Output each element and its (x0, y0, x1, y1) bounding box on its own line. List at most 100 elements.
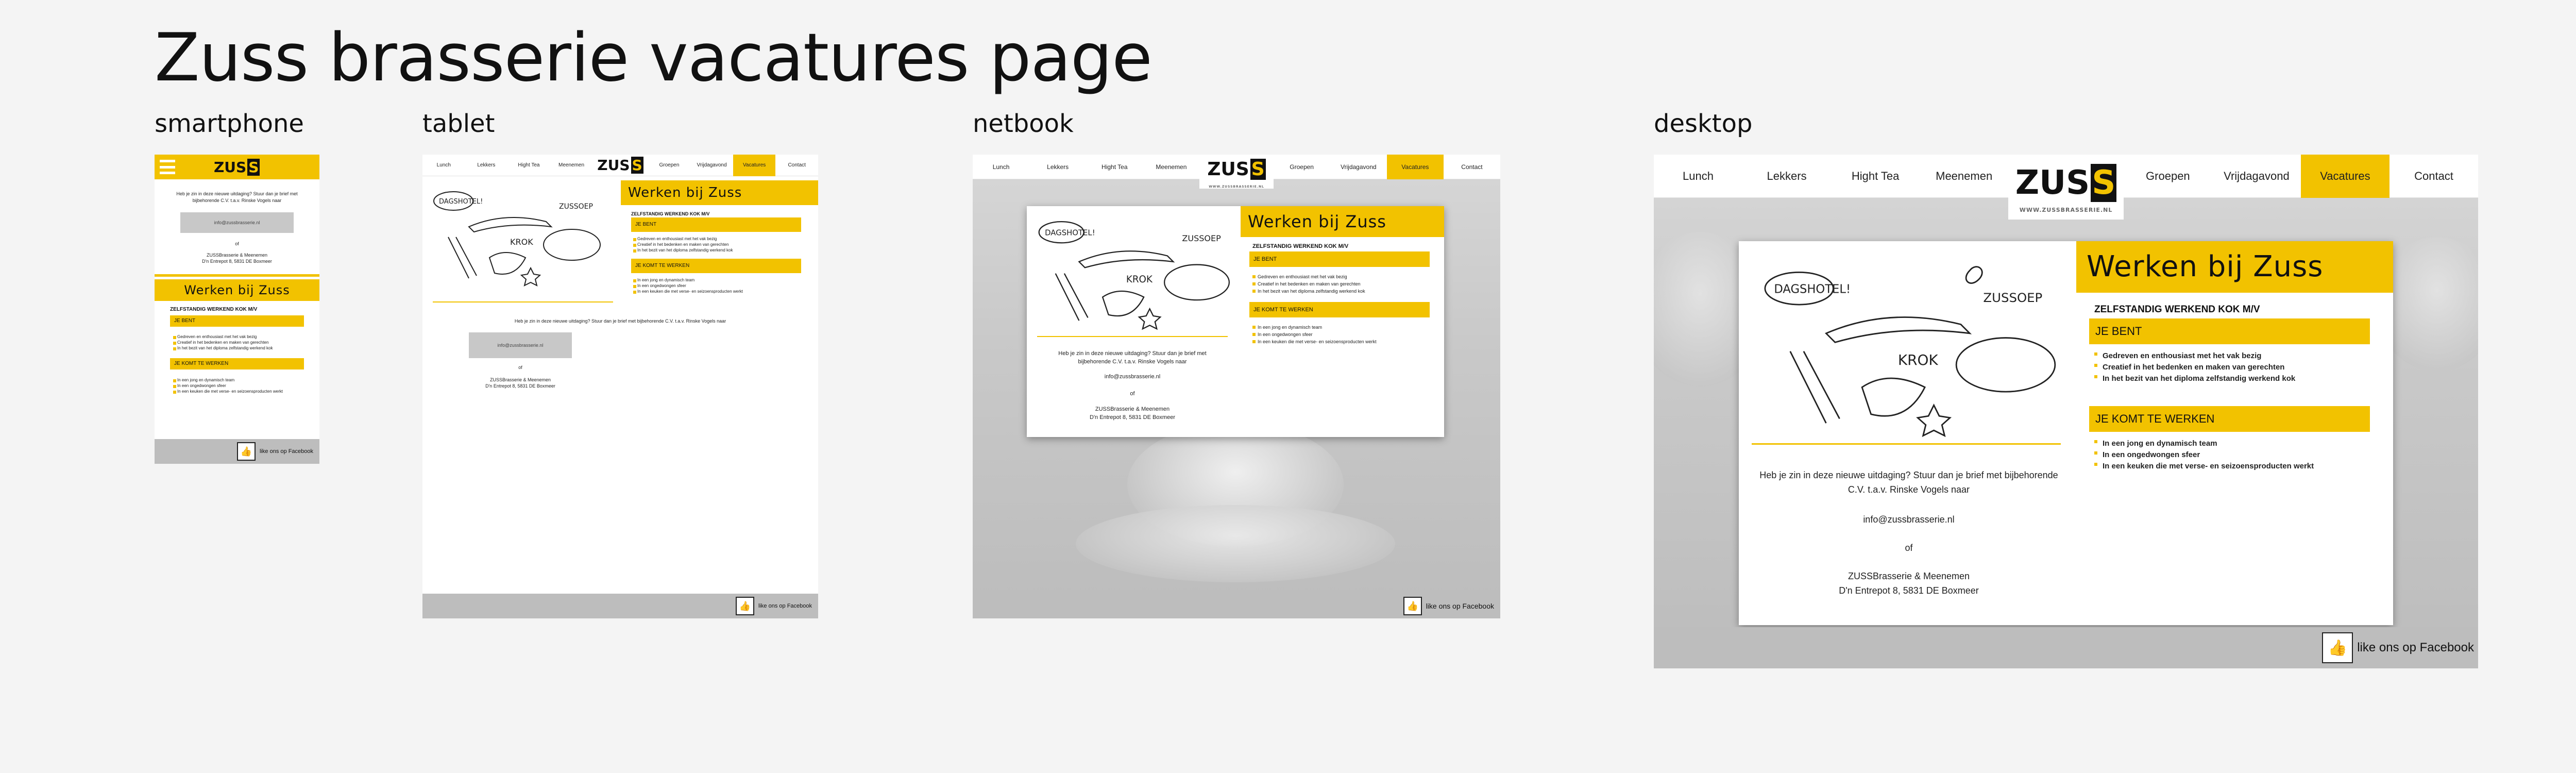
facebook-like-link[interactable]: like ons op Facebook (2357, 641, 2474, 655)
netbook-werken-title: Werken bij Zuss (1241, 206, 1444, 237)
mobile-footer: 👍 like ons op Facebook (155, 439, 319, 464)
list-item: Creatief in het bedenken en maken van ge… (1252, 280, 1365, 288)
tablet-company: ZUSSBrasserie & Meenemen (489, 377, 551, 382)
tablet-email-button[interactable]: info@zussbrasserie.nl (469, 332, 572, 358)
nav-item-contact[interactable]: Contact (775, 162, 818, 168)
desktop-logo[interactable]: ZUS S WWW.ZUSSBRASSERIE.NL (2008, 155, 2124, 220)
nav-item-contact[interactable]: Contact (1444, 163, 1500, 171)
desktop-address: D'n Entrepot 8, 5831 DE Boxmeer (1839, 585, 1979, 596)
mobile-email-button[interactable]: info@zussbrasserie.nl (180, 212, 294, 233)
nav-item-lekkers[interactable]: Lekkers (1742, 170, 1831, 183)
desktop-nav: Lunch Lekkers Hight Tea Meenemen ZUS S WW… (1654, 155, 2478, 220)
nav-item-groepen[interactable]: Groepen (648, 162, 691, 168)
netbook-nav: Lunch Lekkers Hight Tea Meenemen ZUS S WW… (973, 155, 1500, 189)
hamburger-menu-icon[interactable] (160, 160, 175, 174)
mobile-logo[interactable]: ZUS S (214, 158, 260, 176)
facebook-like-icon[interactable]: 👍 (237, 442, 256, 461)
facebook-like-icon[interactable]: 👍 (736, 597, 755, 615)
nav-item-lekkers[interactable]: Lekkers (465, 162, 508, 168)
tablet-logo[interactable]: ZUS S (592, 155, 648, 176)
mobile-header: ZUS S (155, 155, 319, 179)
doodle-dagschotel: DAGSHOTEL! (1774, 282, 1851, 296)
label-netbook: netbook (973, 109, 1074, 138)
netbook-email-link[interactable]: info@zussbrasserie.nl (1027, 374, 1238, 380)
nav-item-vacatures[interactable]: Vacatures (733, 155, 776, 176)
nav-item-groepen[interactable]: Groepen (2124, 170, 2212, 183)
desktop-email-link[interactable]: info@zussbrasserie.nl (1739, 514, 2079, 525)
list-item: In het bezit van het diploma zelfstandig… (1252, 288, 1365, 295)
nav-item-hight-tea[interactable]: Hight Tea (507, 162, 550, 168)
nav-item-lekkers[interactable]: Lekkers (1029, 163, 1086, 171)
nav-item-meenemen[interactable]: Meenemen (550, 162, 593, 168)
list-item: In een keuken die met verse- en seizoens… (1252, 338, 1377, 345)
facebook-like-icon[interactable]: 👍 (1403, 597, 1422, 615)
tablet-je-bent-bar: JE BENT (631, 217, 801, 232)
tablet-je-bent-list: Gedreven en enthousiast met het vak bezi… (633, 236, 733, 253)
desktop-invite-text: Heb je zin in deze nieuwe uitdaging? Stu… (1759, 470, 2058, 495)
desktop-mockup: Lunch Lekkers Hight Tea Meenemen ZUS S WW… (1654, 155, 2478, 668)
list-item: In het bezit van het diploma zelfstandig… (173, 345, 273, 351)
list-item: In een keuken die met verse- en seizoens… (2094, 461, 2314, 472)
logo-url: WWW.ZUSSBRASSERIE.NL (1209, 185, 1264, 189)
nav-item-lunch[interactable]: Lunch (1654, 170, 1742, 183)
list-item: In een jong en dynamisch team (1252, 324, 1377, 331)
desktop-je-bent-list: Gedreven en enthousiast met het vak bezi… (2094, 350, 2295, 384)
tablet-nav: Lunch Lekkers Hight Tea Meenemen ZUS S Gr… (422, 155, 818, 176)
list-item: Gedreven en enthousiast met het vak bezi… (1252, 273, 1365, 280)
desktop-job-title: ZELFSTANDIG WERKEND KOK M/V (2094, 304, 2260, 315)
tablet-mockup: Lunch Lekkers Hight Tea Meenemen ZUS S Gr… (422, 155, 818, 618)
tablet-info-panel: Werken bij Zuss ZELFSTANDIG WERKEND KOK … (621, 180, 818, 299)
mobile-of-text: of (235, 241, 239, 246)
list-item: In een ongedwongen sfeer (2094, 449, 2314, 461)
list-item: In een jong en dynamisch team (633, 277, 743, 283)
netbook-je-bent-list: Gedreven en enthousiast met het vak bezi… (1252, 273, 1365, 295)
list-item: In een keuken die met verse- en seizoens… (633, 289, 743, 294)
list-item: In een jong en dynamisch team (173, 377, 283, 383)
nav-item-groepen[interactable]: Groepen (1274, 163, 1330, 171)
doodle-dagschotel: DAGSHOTEL! (1045, 228, 1095, 237)
nav-item-vacatures[interactable]: Vacatures (1386, 155, 1444, 179)
list-item: Gedreven en enthousiast met het vak bezi… (173, 334, 273, 340)
nav-item-meenemen[interactable]: Meenemen (1920, 170, 2008, 183)
desktop-of-text: of (1905, 543, 1913, 553)
doodle-krok: KROK (1126, 274, 1153, 285)
facebook-like-link[interactable]: like ons op Facebook (758, 603, 812, 609)
netbook-je-komt-list: In een jong en dynamisch team In een ong… (1252, 324, 1377, 345)
tablet-job-title: ZELFSTANDIG WERKEND KOK M/V (631, 211, 710, 216)
nav-item-vrijdagavond[interactable]: Vrijdagavond (2212, 170, 2301, 183)
label-tablet: tablet (422, 109, 495, 138)
nav-item-meenemen[interactable]: Meenemen (1143, 163, 1199, 171)
list-item: In een jong en dynamisch team (2094, 438, 2314, 449)
doodle-zussoep: ZUSSOEP (1182, 233, 1221, 243)
nav-item-lunch[interactable]: Lunch (973, 163, 1029, 171)
list-item: In het bezit van het diploma zelfstandig… (2094, 373, 2295, 384)
doodle-krok: KROK (510, 237, 533, 247)
tablet-doodle-illustration: DAGSHOTEL! KROK ZUSSOEP (428, 180, 608, 289)
mobile-je-komt-list: In een jong en dynamisch team In een ong… (173, 377, 283, 394)
nav-item-vrijdagavond[interactable]: Vrijdagavond (690, 162, 733, 168)
doodle-zussoep: ZUSSOEP (559, 203, 593, 211)
mobile-invite-text: Heb je zin in deze nieuwe uitdaging? Stu… (176, 191, 298, 203)
nav-item-hight-tea[interactable]: Hight Tea (1086, 163, 1143, 171)
mobile-werken-title: Werken bij Zuss (155, 279, 319, 301)
nav-item-vrijdagavond[interactable]: Vrijdagavond (1330, 163, 1387, 171)
facebook-like-link[interactable]: like ons op Facebook (1426, 602, 1494, 610)
facebook-like-link[interactable]: like ons op Facebook (260, 448, 313, 455)
netbook-address: D'n Entrepot 8, 5831 DE Boxmeer (1090, 414, 1175, 421)
label-desktop: desktop (1654, 109, 1753, 138)
tablet-invite-text: Heb je zin in deze nieuwe uitdaging? Stu… (514, 318, 726, 324)
list-item: In een ongedwongen sfeer (633, 283, 743, 289)
tablet-je-komt-list: In een jong en dynamisch team In een ong… (633, 277, 743, 294)
nav-item-vacatures[interactable]: Vacatures (2300, 155, 2389, 198)
desktop-je-bent-bar: JE BENT (2089, 318, 2370, 344)
nav-item-contact[interactable]: Contact (2389, 170, 2478, 183)
facebook-like-icon[interactable]: 👍 (2322, 632, 2353, 663)
netbook-je-komt-bar: JE KOMT TE WERKEN (1249, 302, 1430, 317)
netbook-logo[interactable]: ZUS S WWW.ZUSSBRASSERIE.NL (1199, 155, 1274, 189)
nav-item-lunch[interactable]: Lunch (422, 162, 465, 168)
list-item: Gedreven en enthousiast met het vak bezi… (2094, 350, 2295, 362)
page-title: Zuss brasserie vacatures page (155, 20, 1153, 96)
nav-item-hight-tea[interactable]: Hight Tea (1831, 170, 1920, 183)
desktop-je-komt-list: In een jong en dynamisch team In een ong… (2094, 438, 2314, 472)
netbook-je-bent-bar: JE BENT (1249, 251, 1430, 267)
